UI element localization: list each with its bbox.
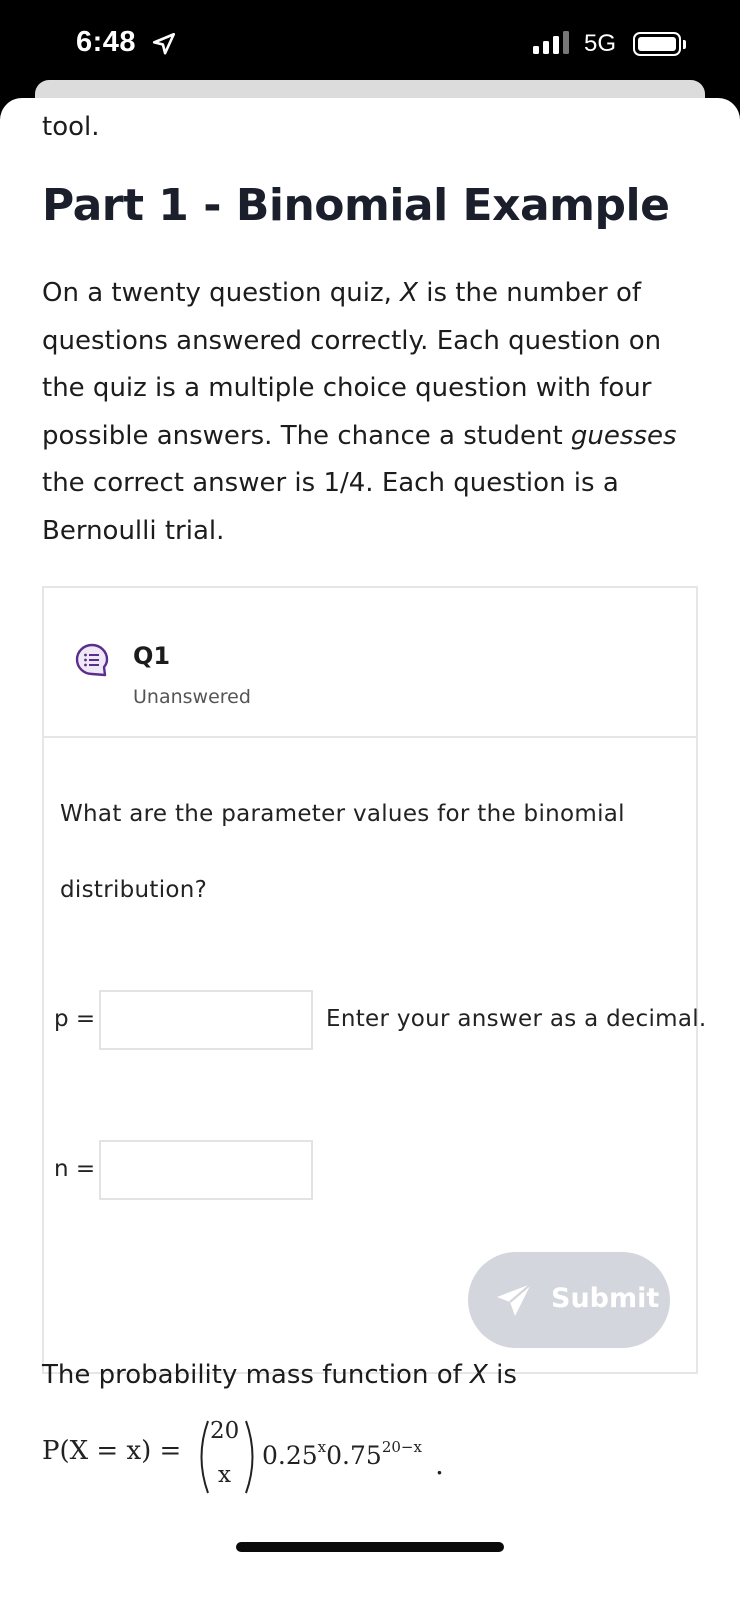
pmf-intro: The probability mass function of X is <box>42 1360 517 1390</box>
submit-label: Submit <box>551 1283 660 1314</box>
signal-bars-icon <box>533 31 569 54</box>
pmf-formula: P(X = x) = 20 x 0.25x0.7520−x . <box>42 1418 702 1508</box>
pmf-lhs: P(X = x) = <box>42 1436 182 1466</box>
n-answer-input[interactable] <box>99 1140 313 1200</box>
home-indicator[interactable] <box>236 1542 504 1552</box>
pmf-rhs: 0.25x0.7520−x <box>262 1438 422 1470</box>
n-field-label: n = <box>54 1156 96 1182</box>
battery-icon <box>633 32 681 56</box>
send-paper-plane-icon <box>497 1283 532 1316</box>
intro-paragraph: On a twenty question quiz, X is the numb… <box>42 278 677 546</box>
question-prompt: What are the parameter values for the bi… <box>60 801 625 903</box>
network-type: 5G <box>584 30 617 57</box>
status-bar: 6:48 5G <box>0 0 740 92</box>
binomial-bottom: x <box>218 1462 231 1488</box>
battery-tip <box>683 40 686 49</box>
submit-button[interactable]: Submit <box>468 1252 670 1348</box>
question-list-icon <box>75 643 109 677</box>
p-answer-hint: Enter your answer as a decimal. <box>326 1006 707 1032</box>
p-field-label: p = <box>54 1006 96 1032</box>
question-header: Q1 Unanswered <box>44 588 696 738</box>
binomial-top: 20 <box>210 1418 240 1444</box>
status-time: 6:48 <box>76 26 137 58</box>
p-answer-input[interactable] <box>99 990 313 1050</box>
previous-paragraph-tail: tool. <box>42 112 100 142</box>
formula-period: . <box>435 1448 444 1481</box>
question-status: Unanswered <box>133 686 251 708</box>
question-card: Q1 Unanswered What are the parameter val… <box>42 586 706 1374</box>
right-paren <box>245 1420 254 1494</box>
location-arrow-icon <box>152 32 176 55</box>
section-title: Part 1 - Binomial Example <box>42 180 670 231</box>
question-number: Q1 <box>133 642 171 670</box>
left-paren <box>200 1420 209 1494</box>
